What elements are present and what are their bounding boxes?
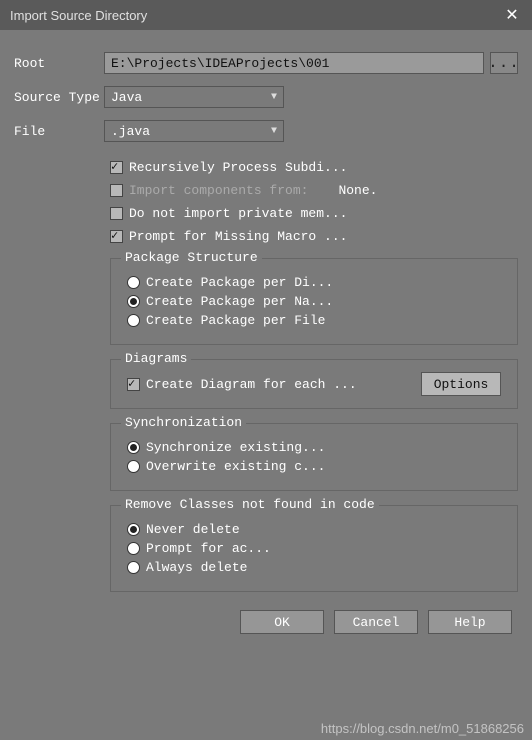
sync-legend: Synchronization (121, 415, 246, 430)
prompt-action-radio[interactable] (127, 542, 140, 555)
sync-existing-row: Synchronize existing... (127, 440, 501, 455)
always-delete-radio[interactable] (127, 561, 140, 574)
diagrams-group: Diagrams Create Diagram for each ... Opt… (110, 359, 518, 409)
package-per-file-radio[interactable] (127, 314, 140, 327)
create-diagram-label: Create Diagram for each ... (146, 377, 357, 392)
package-legend: Package Structure (121, 250, 262, 265)
no-private-checkbox[interactable] (110, 207, 123, 220)
package-structure-group: Package Structure Create Package per Di.… (110, 258, 518, 345)
help-button[interactable]: Help (428, 610, 512, 634)
overwrite-row: Overwrite existing c... (127, 459, 501, 474)
overwrite-label: Overwrite existing c... (146, 459, 325, 474)
recurse-row: Recursively Process Subdi... (110, 160, 518, 175)
file-value: .java (111, 124, 150, 139)
close-icon[interactable]: ✕ (502, 5, 522, 25)
button-row: OK Cancel Help (14, 610, 518, 634)
recurse-label: Recursively Process Subdi... (129, 160, 347, 175)
cancel-button[interactable]: Cancel (334, 610, 418, 634)
source-type-dropdown[interactable]: Java ▼ (104, 86, 284, 108)
package-per-file-label: Create Package per File (146, 313, 325, 328)
diagrams-legend: Diagrams (121, 351, 191, 366)
sync-group: Synchronization Synchronize existing... … (110, 423, 518, 491)
package-per-file-row: Create Package per File (127, 313, 501, 328)
import-from-value: None. (338, 183, 377, 198)
package-per-dir-label: Create Package per Di... (146, 275, 333, 290)
ok-button[interactable]: OK (240, 610, 324, 634)
dialog-content: Root ... Source Type Java ▼ File .java ▼… (0, 30, 532, 644)
remove-group: Remove Classes not found in code Never d… (110, 505, 518, 592)
diagram-row: Create Diagram for each ... Options (127, 372, 501, 396)
titlebar: Import Source Directory ✕ (0, 0, 532, 30)
import-from-checkbox[interactable] (110, 184, 123, 197)
file-label: File (14, 124, 104, 139)
sync-existing-label: Synchronize existing... (146, 440, 325, 455)
sync-existing-radio[interactable] (127, 441, 140, 454)
diagram-options-button[interactable]: Options (421, 372, 501, 396)
prompt-macro-row: Prompt for Missing Macro ... (110, 229, 518, 244)
create-diagram-checkbox[interactable] (127, 378, 140, 391)
package-per-name-radio[interactable] (127, 295, 140, 308)
prompt-macro-label: Prompt for Missing Macro ... (129, 229, 347, 244)
file-row: File .java ▼ (14, 120, 518, 142)
browse-button[interactable]: ... (490, 52, 518, 74)
prompt-action-row: Prompt for ac... (127, 541, 501, 556)
chevron-down-icon: ▼ (271, 126, 277, 137)
recurse-checkbox[interactable] (110, 161, 123, 174)
never-delete-row: Never delete (127, 522, 501, 537)
prompt-macro-checkbox[interactable] (110, 230, 123, 243)
root-row: Root ... (14, 52, 518, 74)
never-delete-radio[interactable] (127, 523, 140, 536)
package-per-name-row: Create Package per Na... (127, 294, 501, 309)
root-label: Root (14, 56, 104, 71)
source-type-label: Source Type (14, 90, 104, 105)
root-input[interactable] (104, 52, 484, 74)
import-from-label: Import components from: (129, 183, 308, 198)
chevron-down-icon: ▼ (271, 92, 277, 103)
source-type-row: Source Type Java ▼ (14, 86, 518, 108)
dialog-title: Import Source Directory (10, 8, 147, 23)
always-delete-row: Always delete (127, 560, 501, 575)
remove-legend: Remove Classes not found in code (121, 497, 379, 512)
prompt-action-label: Prompt for ac... (146, 541, 271, 556)
always-delete-label: Always delete (146, 560, 247, 575)
package-per-name-label: Create Package per Na... (146, 294, 333, 309)
no-private-row: Do not import private mem... (110, 206, 518, 221)
options-area: Recursively Process Subdi... Import comp… (110, 160, 518, 592)
source-type-value: Java (111, 90, 142, 105)
import-from-row: Import components from: None. (110, 183, 518, 198)
no-private-label: Do not import private mem... (129, 206, 347, 221)
watermark: https://blog.csdn.net/m0_51868256 (321, 721, 524, 736)
package-per-dir-radio[interactable] (127, 276, 140, 289)
overwrite-radio[interactable] (127, 460, 140, 473)
never-delete-label: Never delete (146, 522, 240, 537)
package-per-dir-row: Create Package per Di... (127, 275, 501, 290)
file-dropdown[interactable]: .java ▼ (104, 120, 284, 142)
